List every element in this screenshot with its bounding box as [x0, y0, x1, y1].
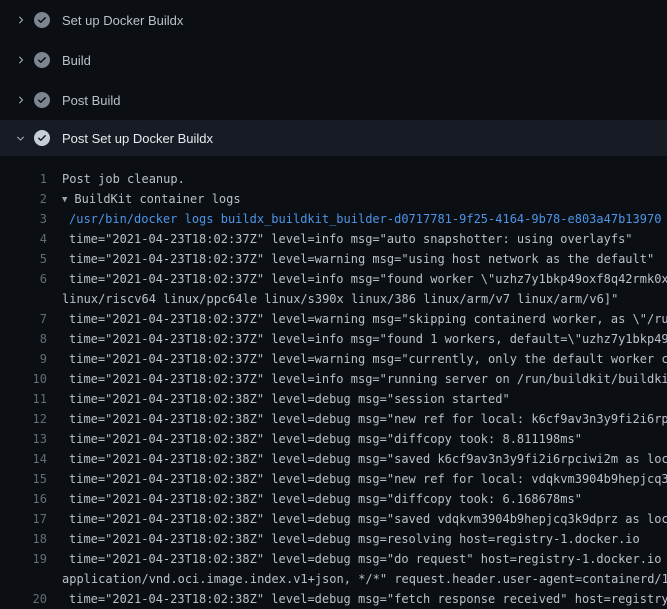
step-row-post-build[interactable]: Post Build	[0, 80, 667, 120]
log-row: 7 time="2021-04-23T18:02:37Z" level=warn…	[0, 309, 667, 329]
log-row: 2 ▼ BuildKit container logs	[0, 189, 667, 209]
log-row: 5 time="2021-04-23T18:02:37Z" level=warn…	[0, 249, 667, 269]
check-circle-icon	[34, 130, 50, 146]
line-number[interactable]: 11	[0, 389, 47, 409]
line-number[interactable]: 4	[0, 229, 47, 249]
log-row: linux/riscv64 linux/ppc64le linux/s390x …	[0, 289, 667, 309]
log-row: 6 time="2021-04-23T18:02:37Z" level=info…	[0, 269, 667, 289]
log-line-text: time="2021-04-23T18:02:37Z" level=info m…	[69, 232, 633, 246]
log-row: 14 time="2021-04-23T18:02:38Z" level=deb…	[0, 449, 667, 469]
line-number[interactable]: 16	[0, 489, 47, 509]
log-line-text: application/vnd.oci.image.index.v1+json,…	[62, 572, 667, 586]
line-number[interactable]: 19	[0, 549, 47, 569]
log-line-text: time="2021-04-23T18:02:38Z" level=debug …	[69, 592, 667, 606]
line-number[interactable]: 13	[0, 429, 47, 449]
log-row: 3 /usr/bin/docker logs buildx_buildkit_b…	[0, 209, 667, 229]
chevron-down-icon	[15, 132, 26, 144]
log-row: 10 time="2021-04-23T18:02:37Z" level=inf…	[0, 369, 667, 389]
log-line-text: time="2021-04-23T18:02:37Z" level=warnin…	[69, 252, 654, 266]
line-number[interactable]: 1	[0, 169, 47, 189]
step-label: Set up Docker Buildx	[62, 13, 183, 28]
log-row: 9 time="2021-04-23T18:02:37Z" level=warn…	[0, 349, 667, 369]
step-label: Build	[62, 53, 91, 68]
log-line-text: time="2021-04-23T18:02:37Z" level=info m…	[69, 332, 667, 346]
line-number[interactable]: 7	[0, 309, 47, 329]
log-row: 11 time="2021-04-23T18:02:38Z" level=deb…	[0, 389, 667, 409]
log-row: 16 time="2021-04-23T18:02:38Z" level=deb…	[0, 489, 667, 509]
log-line-text: time="2021-04-23T18:02:38Z" level=debug …	[69, 392, 510, 406]
chevron-right-icon	[15, 94, 26, 106]
chevron-right-icon	[15, 14, 26, 26]
log-row: 17 time="2021-04-23T18:02:38Z" level=deb…	[0, 509, 667, 529]
line-number[interactable]	[0, 569, 47, 589]
log-row: 18 time="2021-04-23T18:02:38Z" level=deb…	[0, 529, 667, 549]
log-line-text: time="2021-04-23T18:02:38Z" level=debug …	[69, 432, 582, 446]
log-line-text: time="2021-04-23T18:02:38Z" level=debug …	[69, 532, 640, 546]
log-line-text: BuildKit container logs	[74, 192, 240, 206]
line-number[interactable]: 10	[0, 369, 47, 389]
chevron-right-icon	[15, 54, 26, 66]
log-row: 8 time="2021-04-23T18:02:37Z" level=info…	[0, 329, 667, 349]
log-line-text: time="2021-04-23T18:02:37Z" level=warnin…	[69, 312, 667, 326]
log-line-text: time="2021-04-23T18:02:38Z" level=debug …	[69, 512, 667, 526]
log-panel: 1 Post job cleanup. 2 ▼ BuildKit containe…	[0, 156, 667, 609]
line-number[interactable]: 9	[0, 349, 47, 369]
check-circle-icon	[34, 52, 50, 68]
line-number[interactable]: 8	[0, 329, 47, 349]
log-row: application/vnd.oci.image.index.v1+json,…	[0, 569, 667, 589]
line-number[interactable]: 3	[0, 209, 47, 229]
check-circle-icon	[34, 12, 50, 28]
line-number[interactable]: 2	[0, 189, 47, 209]
log-row: 12 time="2021-04-23T18:02:38Z" level=deb…	[0, 409, 667, 429]
steps-list: Set up Docker Buildx Build Post Build Po…	[0, 0, 667, 156]
log-line-text: time="2021-04-23T18:02:38Z" level=debug …	[69, 492, 582, 506]
line-number[interactable]: 18	[0, 529, 47, 549]
line-number[interactable]: 20	[0, 589, 47, 609]
log-line-text: time="2021-04-23T18:02:37Z" level=info m…	[69, 372, 667, 386]
step-row-post-set-up-docker-buildx[interactable]: Post Set up Docker Buildx	[0, 120, 667, 156]
actions-job-log-view: Set up Docker Buildx Build Post Build Po…	[0, 0, 667, 609]
log-row: 19 time="2021-04-23T18:02:38Z" level=deb…	[0, 549, 667, 569]
line-number[interactable]: 12	[0, 409, 47, 429]
log-line-text: time="2021-04-23T18:02:38Z" level=debug …	[69, 452, 667, 466]
line-number[interactable]: 15	[0, 469, 47, 489]
line-number[interactable]	[0, 289, 47, 309]
line-number[interactable]: 17	[0, 509, 47, 529]
log-row: 4 time="2021-04-23T18:02:37Z" level=info…	[0, 229, 667, 249]
step-row-build[interactable]: Build	[0, 40, 667, 80]
log-row: 20 time="2021-04-23T18:02:38Z" level=deb…	[0, 589, 667, 609]
line-number[interactable]: 6	[0, 269, 47, 289]
log-row: 15 time="2021-04-23T18:02:38Z" level=deb…	[0, 469, 667, 489]
log-line-text: time="2021-04-23T18:02:38Z" level=debug …	[69, 412, 667, 426]
log-line-text: time="2021-04-23T18:02:37Z" level=info m…	[69, 272, 667, 286]
step-row-set-up-docker-buildx[interactable]: Set up Docker Buildx	[0, 0, 667, 40]
log-row: 13 time="2021-04-23T18:02:38Z" level=deb…	[0, 429, 667, 449]
log-row: 1 Post job cleanup.	[0, 169, 667, 189]
log-line-text: time="2021-04-23T18:02:37Z" level=warnin…	[69, 352, 667, 366]
group-collapse-triangle-icon[interactable]: ▼	[62, 190, 67, 209]
log-line-text: time="2021-04-23T18:02:38Z" level=debug …	[69, 552, 667, 566]
step-label: Post Build	[62, 93, 121, 108]
line-number[interactable]: 5	[0, 249, 47, 269]
log-line-text: Post job cleanup.	[62, 172, 185, 186]
step-label: Post Set up Docker Buildx	[62, 131, 213, 146]
log-line-text: linux/riscv64 linux/ppc64le linux/s390x …	[62, 292, 618, 306]
log-line-text: time="2021-04-23T18:02:38Z" level=debug …	[69, 472, 667, 486]
line-number[interactable]: 14	[0, 449, 47, 469]
check-circle-icon	[34, 92, 50, 108]
log-line-text: /usr/bin/docker logs buildx_buildkit_bui…	[69, 212, 661, 226]
